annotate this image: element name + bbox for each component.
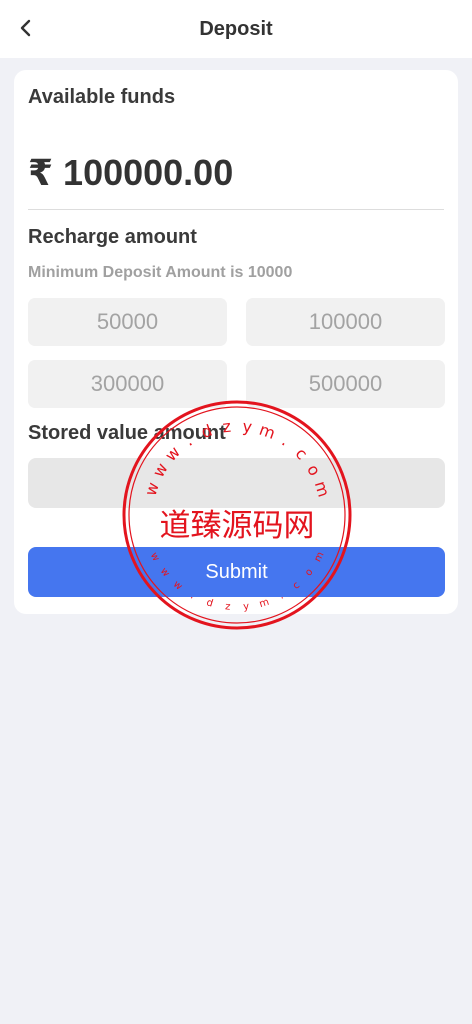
divider [28,209,444,210]
available-funds-label: Available funds [28,86,176,108]
amount-option-50000[interactable]: 50000 [28,298,227,346]
stored-value-input[interactable] [28,458,445,508]
balance-amount: ₹ 100000.00 [28,152,234,193]
amount-option-500000[interactable]: 500000 [246,360,445,408]
minimum-deposit-note: Minimum Deposit Amount is 10000 [28,264,293,281]
stored-value-label: Stored value amount [28,422,226,444]
recharge-amount-label: Recharge amount [28,226,197,248]
deposit-card: Available funds ₹ 100000.00 Recharge amo… [14,70,458,614]
amount-option-300000[interactable]: 300000 [28,360,227,408]
amount-option-100000[interactable]: 100000 [246,298,445,346]
page-title: Deposit [199,18,273,40]
top-bar: Deposit [0,0,472,58]
submit-button[interactable]: Submit [28,547,445,597]
